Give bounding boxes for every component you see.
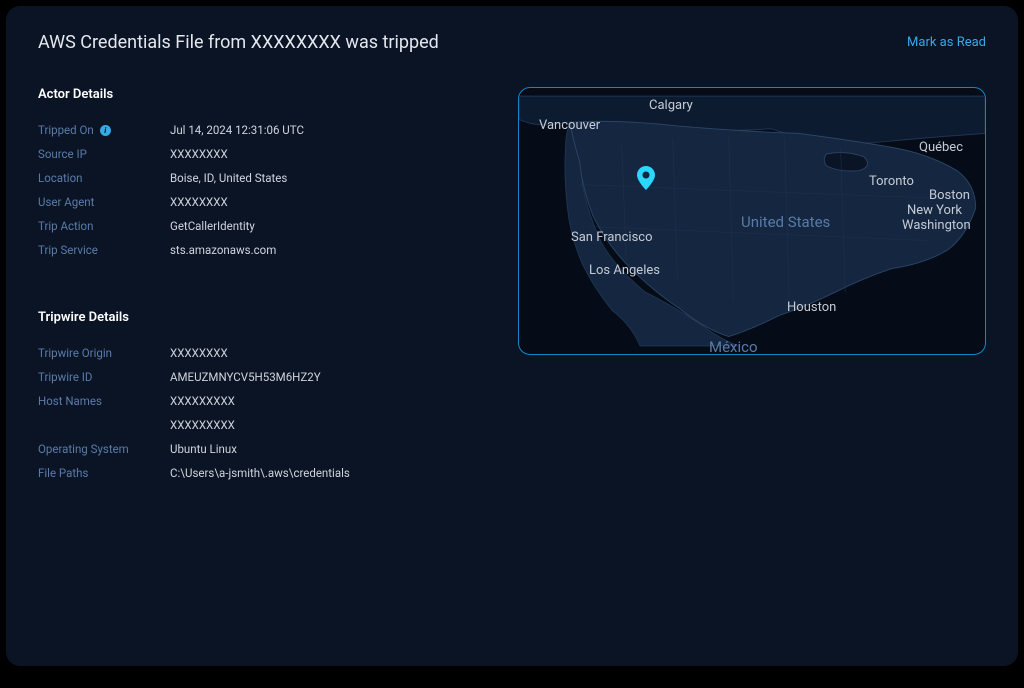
tripped-on-value: Jul 14, 2024 12:31:06 UTC: [170, 123, 304, 137]
tripwire-row-os: Operating System Ubuntu Linux: [38, 437, 478, 461]
details-column: Actor Details Tripped On i Jul 14, 2024 …: [38, 87, 478, 485]
actor-row-trip-service: Trip Service sts.amazonaws.com: [38, 238, 478, 262]
os-label: Operating System: [38, 442, 170, 456]
trip-service-label: Trip Service: [38, 243, 170, 257]
location-value: Boise, ID, United States: [170, 171, 287, 185]
actor-row-source-ip: Source IP XXXXXXXX: [38, 142, 478, 166]
trip-action-value: GetCallerIdentity: [170, 219, 255, 233]
trip-service-value: sts.amazonaws.com: [170, 243, 276, 257]
tripwire-origin-label: Tripwire Origin: [38, 346, 170, 360]
tripwire-section-title: Tripwire Details: [38, 310, 478, 325]
location-label: Location: [38, 171, 170, 185]
actor-row-location: Location Boise, ID, United States: [38, 166, 478, 190]
actor-details-table: Tripped On i Jul 14, 2024 12:31:06 UTC S…: [38, 118, 478, 262]
os-value: Ubuntu Linux: [170, 442, 237, 456]
user-agent-value: XXXXXXXX: [170, 195, 228, 209]
actor-row-tripped-on: Tripped On i Jul 14, 2024 12:31:06 UTC: [38, 118, 478, 142]
map-svg: [519, 88, 985, 354]
alert-panel: AWS Credentials File from XXXXXXXX was t…: [6, 6, 1018, 666]
map-pin-icon: [637, 166, 655, 194]
tripped-on-label: Tripped On i: [38, 123, 170, 137]
mark-as-read-link[interactable]: Mark as Read: [907, 35, 986, 50]
user-agent-label: User Agent: [38, 195, 170, 209]
file-paths-label: File Paths: [38, 466, 170, 480]
header: AWS Credentials File from XXXXXXXX was t…: [38, 32, 986, 53]
file-paths-value: C:\Users\a-jsmith\.aws\credentials: [170, 466, 350, 480]
host-names-value-1: XXXXXXXXX: [170, 394, 235, 408]
location-map[interactable]: Calgary Vancouver Québec Toronto Boston …: [518, 87, 986, 355]
actor-row-user-agent: User Agent XXXXXXXX: [38, 190, 478, 214]
actor-row-trip-action: Trip Action GetCallerIdentity: [38, 214, 478, 238]
tripwire-origin-value: XXXXXXXX: [170, 346, 228, 360]
source-ip-value: XXXXXXXX: [170, 147, 228, 161]
tripwire-row-hostnames-1: Host Names XXXXXXXXX: [38, 389, 478, 413]
tripwire-row-id: Tripwire ID AMEUZMNYCV5H53M6HZ2Y: [38, 365, 478, 389]
tripwire-row-hostnames-2: XXXXXXXXX: [38, 413, 478, 437]
tripwire-id-value: AMEUZMNYCV5H53M6HZ2Y: [170, 370, 321, 384]
tripwire-row-origin: Tripwire Origin XXXXXXXX: [38, 341, 478, 365]
host-names-label: Host Names: [38, 394, 170, 408]
content: Actor Details Tripped On i Jul 14, 2024 …: [38, 87, 986, 485]
actor-section-title: Actor Details: [38, 87, 478, 102]
trip-action-label: Trip Action: [38, 219, 170, 233]
source-ip-label: Source IP: [38, 147, 170, 161]
tripwire-row-file-paths: File Paths C:\Users\a-jsmith\.aws\creden…: [38, 461, 478, 485]
tripwire-id-label: Tripwire ID: [38, 370, 170, 384]
page-title: AWS Credentials File from XXXXXXXX was t…: [38, 32, 439, 53]
info-icon[interactable]: i: [100, 125, 111, 136]
tripwire-details-table: Tripwire Origin XXXXXXXX Tripwire ID AME…: [38, 341, 478, 485]
host-names-value-2: XXXXXXXXX: [170, 418, 235, 432]
